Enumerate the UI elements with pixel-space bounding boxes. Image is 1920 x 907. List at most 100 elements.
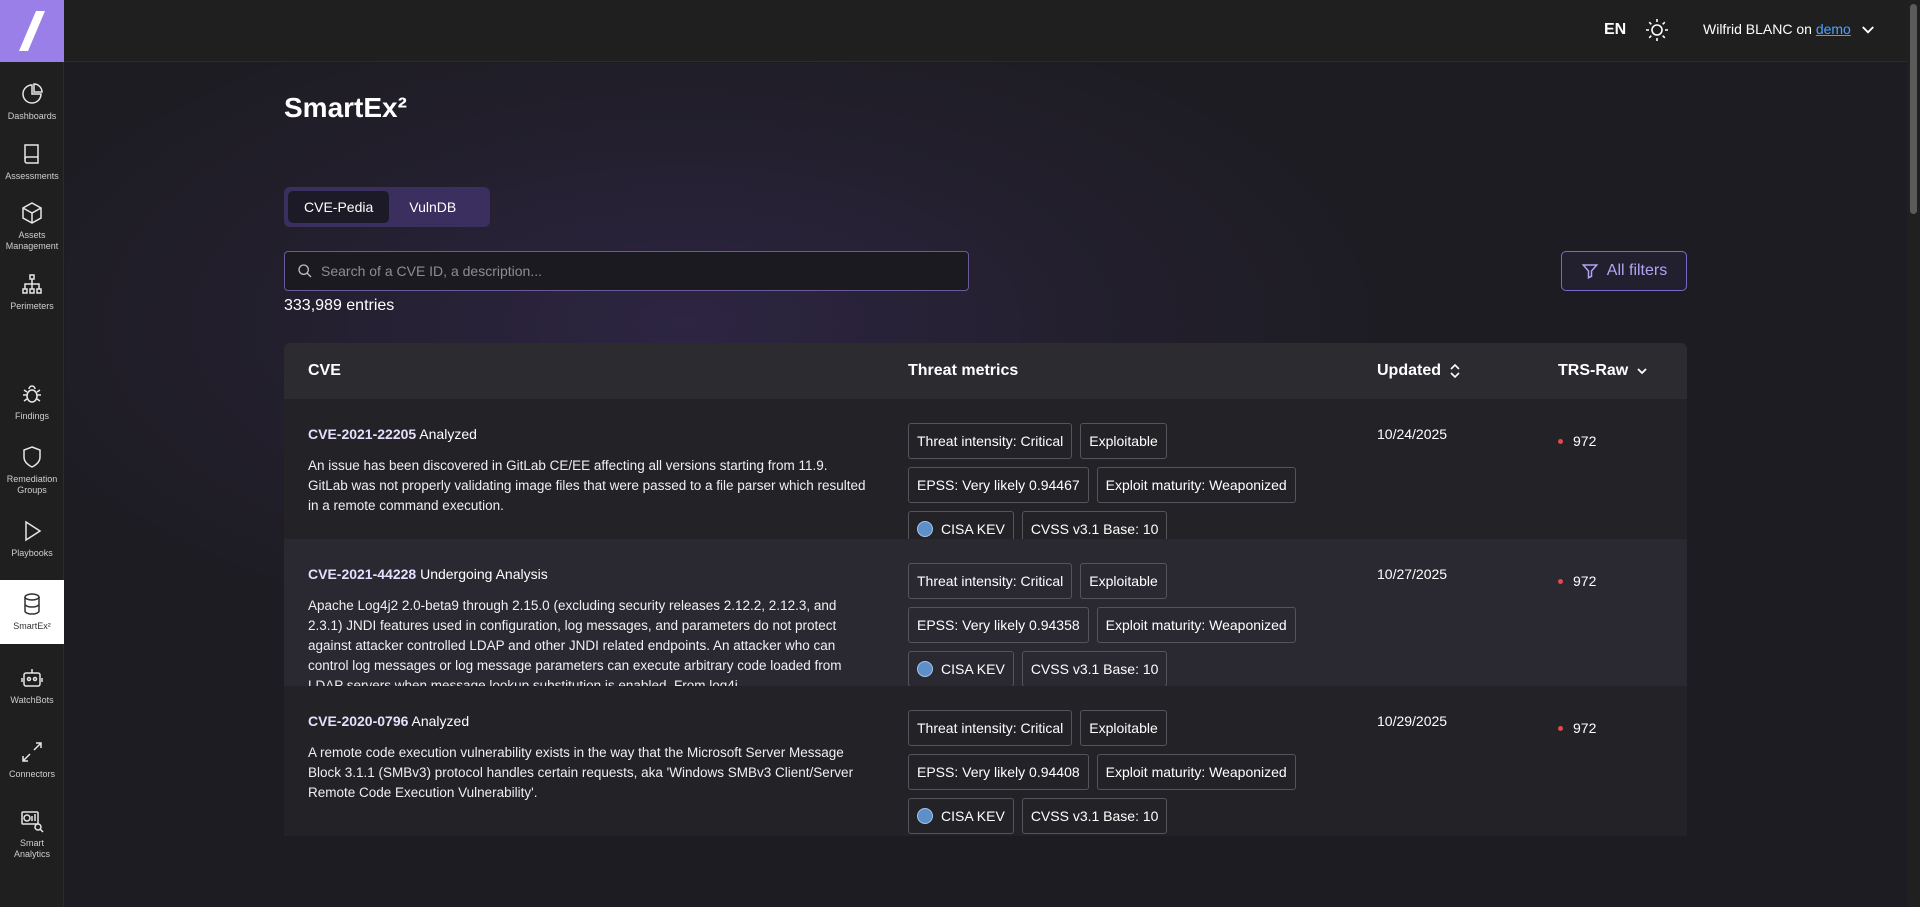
dashboard-pie-icon: [22, 83, 43, 104]
cisa-kev-label: CISA KEV: [941, 808, 1005, 824]
play-icon: [25, 520, 42, 542]
chevron-down-icon[interactable]: [1859, 21, 1877, 39]
trs-value: 972: [1573, 433, 1597, 449]
trs-score: 972: [1558, 433, 1596, 449]
sidebar-item-dashboards[interactable]: Dashboards: [0, 70, 64, 134]
robot-icon: [21, 669, 43, 687]
sidebar-item-playbooks[interactable]: Playbooks: [0, 507, 64, 571]
user-name: Wilfrid BLANC on: [1703, 21, 1816, 37]
sidebar-item-label: Dashboards: [7, 111, 57, 121]
slash-logo-icon: [19, 11, 45, 51]
app-logo[interactable]: [0, 0, 64, 62]
exploitable-badge: Exploitable: [1080, 563, 1167, 599]
sun-icon[interactable]: [1645, 18, 1669, 42]
trs-value: 972: [1573, 573, 1597, 589]
exploit-maturity-badge: Exploit maturity: Weaponized: [1096, 467, 1296, 503]
bug-icon: [23, 385, 41, 403]
scroll-thumb[interactable]: [1910, 4, 1917, 214]
sidebar-item-label: Findings: [14, 411, 50, 421]
column-header-label: Updated: [1377, 362, 1441, 379]
cisa-seal-icon: [917, 661, 933, 677]
cve-status: Analyzed: [408, 713, 470, 729]
search-icon: [298, 264, 312, 278]
sidebar-item-assessments[interactable]: Assessments: [0, 130, 64, 194]
cve-heading: CVE-2021-44228 Undergoing Analysis: [308, 566, 548, 582]
updated-date: 10/27/2025: [1377, 566, 1448, 582]
sidebar-item-label: Perimeters: [10, 301, 54, 311]
exploitable-badge: Exploitable: [1080, 710, 1167, 746]
trs-value: 972: [1573, 720, 1597, 736]
search-box: [284, 251, 969, 291]
column-header-trs-raw[interactable]: TRS-Raw: [1558, 362, 1648, 380]
database-icon: [24, 593, 40, 615]
cve-id-link[interactable]: CVE-2021-22205: [308, 426, 416, 442]
tab-cve-pedia[interactable]: CVE-Pedia: [288, 191, 390, 223]
sidebar-item-label: Remediation Groups: [6, 473, 58, 495]
page-title: SmartEx²: [284, 92, 407, 123]
sidebar-item-label: Playbooks: [11, 548, 53, 558]
severity-dot-icon: [1558, 578, 1563, 584]
column-header-cve[interactable]: CVE: [308, 362, 341, 380]
updated-date: 10/29/2025: [1377, 713, 1448, 729]
cve-id-link[interactable]: CVE-2020-0796: [308, 713, 408, 729]
table-row[interactable]: CVE-2021-44228 Undergoing Analysis Apach…: [284, 539, 1687, 693]
cve-status: Undergoing Analysis: [416, 566, 548, 582]
threat-metrics: Threat intensity: Critical Exploitable E…: [908, 563, 1308, 687]
sidebar-item-label: Connectors: [8, 769, 56, 779]
cisa-kev-badge: CISA KEV: [908, 651, 1014, 687]
exploit-maturity-badge: Exploit maturity: Weaponized: [1096, 754, 1296, 790]
threat-intensity-badge: Threat intensity: Critical: [908, 710, 1073, 746]
threat-intensity-badge: Threat intensity: Critical: [908, 563, 1073, 599]
column-header-updated[interactable]: Updated: [1377, 362, 1461, 380]
org-link[interactable]: demo: [1816, 21, 1851, 37]
sidebar-item-smartex[interactable]: SmartEx²: [0, 580, 64, 644]
column-header-label: TRS-Raw: [1558, 362, 1629, 379]
epss-badge: EPSS: Very likely 0.94358: [908, 607, 1089, 643]
column-header-label: Threat metrics: [908, 362, 1019, 379]
column-header-label: CVE: [308, 362, 341, 379]
threat-metrics: Threat intensity: Critical Exploitable E…: [908, 710, 1308, 834]
shield-icon: [23, 445, 41, 468]
book-icon: [24, 144, 39, 164]
threat-metrics: Threat intensity: Critical Exploitable E…: [908, 423, 1308, 547]
page-scrollbar[interactable]: [1907, 0, 1920, 907]
cve-description: An issue has been discovered in GitLab C…: [308, 458, 866, 513]
sidebar-item-label: Assets Management: [5, 229, 59, 251]
severity-dot-icon: [1558, 725, 1563, 731]
sidebar-item-label: Smart Analytics: [13, 837, 50, 859]
cisa-seal-icon: [917, 808, 933, 824]
arrows-icon: [22, 742, 42, 762]
cisa-kev-label: CISA KEV: [941, 521, 1005, 537]
column-header-threat-metrics: Threat metrics: [908, 362, 1018, 380]
table-row[interactable]: CVE-2021-22205 Analyzed An issue has bee…: [284, 399, 1687, 547]
sidebar-item-findings[interactable]: Findings: [0, 370, 64, 434]
cve-heading: CVE-2021-22205 Analyzed: [308, 426, 477, 442]
threat-intensity-badge: Threat intensity: Critical: [908, 423, 1073, 459]
language-selector[interactable]: EN: [1604, 21, 1626, 39]
sidebar-item-smart-analytics[interactable]: Smart Analytics: [0, 802, 64, 866]
cve-table: CVE Threat metrics Updated TRS-Raw CVE-2…: [284, 343, 1687, 836]
sidebar-item-perimeters[interactable]: Perimeters: [0, 260, 64, 324]
sidebar-item-assets-management[interactable]: Assets Management: [0, 194, 64, 258]
sidebar-item-remediation-groups[interactable]: Remediation Groups: [0, 438, 64, 502]
trs-score: 972: [1558, 573, 1596, 589]
cve-id-link[interactable]: CVE-2021-44228: [308, 566, 416, 582]
user-menu[interactable]: Wilfrid BLANC on demo: [1703, 21, 1851, 37]
main-content: SmartEx² CVE-Pedia VulnDB All filters 33…: [65, 63, 1907, 907]
sidebar-item-watchbots[interactable]: WatchBots: [0, 654, 64, 718]
sort-icon: [1450, 364, 1460, 378]
top-bar: EN Wilfrid BLANC on demo: [64, 0, 1907, 62]
severity-dot-icon: [1558, 438, 1563, 444]
epss-badge: EPSS: Very likely 0.94467: [908, 467, 1089, 503]
all-filters-button[interactable]: All filters: [1561, 251, 1687, 291]
table-row[interactable]: CVE-2020-0796 Analyzed A remote code exe…: [284, 686, 1687, 836]
sidebar-item-connectors[interactable]: Connectors: [0, 728, 64, 792]
cve-description: A remote code execution vulnerability ex…: [308, 745, 854, 800]
cisa-seal-icon: [917, 521, 933, 537]
table-header: CVE Threat metrics Updated TRS-Raw: [284, 343, 1687, 399]
analytics-icon: [21, 810, 44, 833]
search-input[interactable]: [321, 263, 921, 279]
tab-vulndb[interactable]: VulnDB: [393, 191, 472, 223]
cvss-badge: CVSS v3.1 Base: 10: [1021, 798, 1168, 834]
sidebar-item-label: SmartEx²: [13, 621, 51, 631]
